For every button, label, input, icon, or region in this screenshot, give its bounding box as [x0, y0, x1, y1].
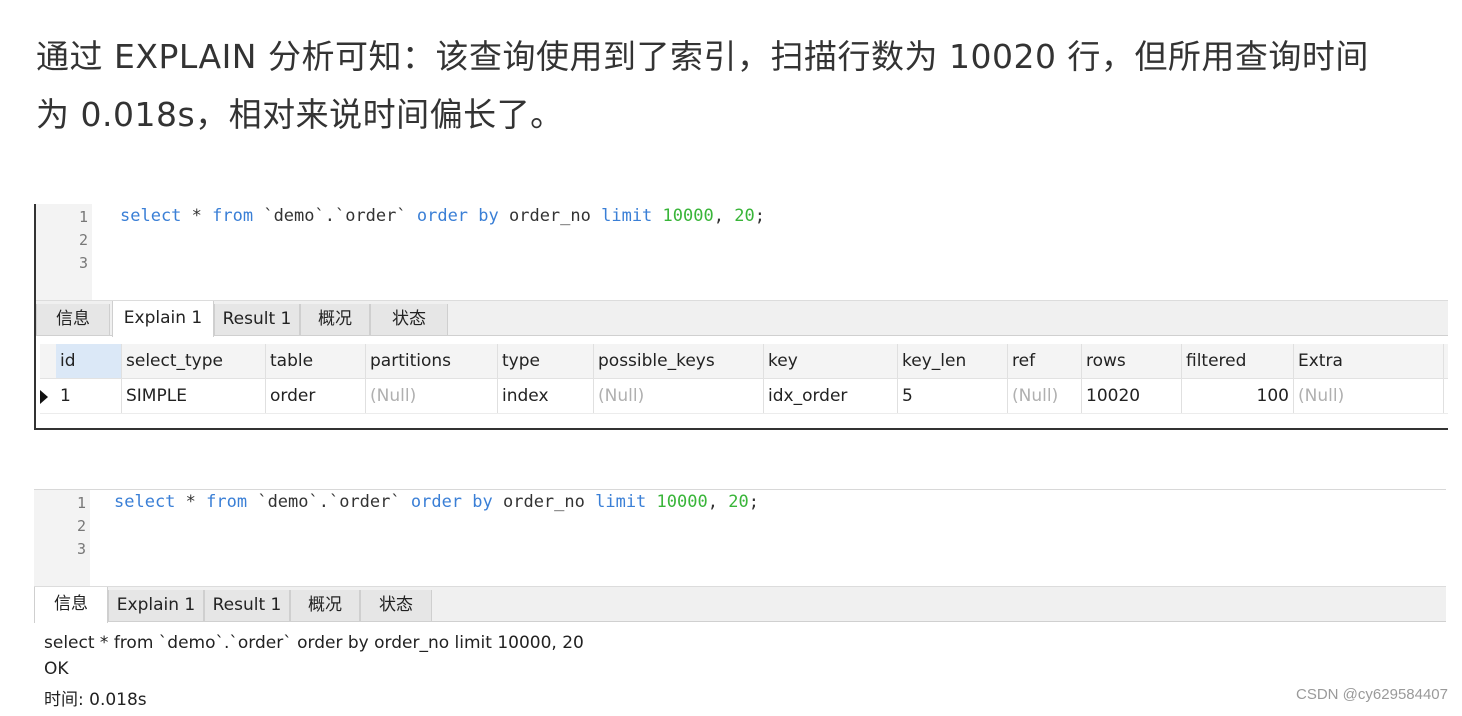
cell-ref[interactable]: (Null): [1008, 379, 1082, 413]
cell-extra[interactable]: (Null): [1294, 379, 1444, 413]
message-time: 时间: 0.018s: [44, 690, 147, 710]
article-line-2: 为 0.018s，相对来说时间偏长了。: [36, 95, 564, 134]
cell-key[interactable]: idx_order: [764, 379, 898, 413]
column-header-key[interactable]: key: [764, 344, 898, 378]
grid-header-row: id select_type table partitions type pos…: [40, 344, 1448, 379]
tab-info[interactable]: 信息: [36, 304, 110, 335]
tab-explain-1[interactable]: Explain 1: [108, 590, 204, 621]
article-line-1: 通过 EXPLAIN 分析可知：该查询使用到了索引，扫描行数为 10020 行，…: [36, 37, 1369, 76]
sql-keyword: limit: [595, 492, 647, 512]
sql-keyword: limit: [601, 206, 653, 226]
cell-partitions[interactable]: (Null): [366, 379, 498, 413]
column-header-select-type[interactable]: select_type: [122, 344, 266, 378]
line-number-gutter: 1 2 3: [36, 204, 92, 300]
cell-table[interactable]: order: [266, 379, 366, 413]
sql-number: 20: [734, 206, 755, 226]
sql-text: *: [175, 492, 207, 512]
sql-number: 10000: [656, 492, 708, 512]
article-paragraph: 通过 EXPLAIN 分析可知：该查询使用到了索引，扫描行数为 10020 行，…: [36, 28, 1436, 144]
sql-code-line[interactable]: select * from `demo`.`order` order by or…: [120, 206, 765, 226]
cell-key-len[interactable]: 5: [898, 379, 1008, 413]
query-window-info: 1 2 3 select * from `demo`.`order` order…: [34, 489, 1446, 715]
table-row[interactable]: 1 SIMPLE order (Null) index (Null) idx_o…: [40, 379, 1448, 414]
current-row-indicator-icon: [40, 390, 48, 404]
column-header-extra[interactable]: Extra: [1294, 344, 1444, 378]
tab-overview[interactable]: 概况: [300, 304, 370, 335]
tab-explain-1[interactable]: Explain 1: [112, 301, 214, 337]
line-number: 2: [78, 231, 88, 249]
tab-status[interactable]: 状态: [360, 590, 432, 621]
sql-text: ;: [754, 206, 765, 226]
sql-text: *: [181, 206, 213, 226]
column-header-possible-keys[interactable]: possible_keys: [594, 344, 764, 378]
watermark: CSDN @cy629584407: [1296, 686, 1448, 703]
cell-possible-keys[interactable]: (Null): [594, 379, 764, 413]
column-header-table[interactable]: table: [266, 344, 366, 378]
sql-keyword: from: [212, 206, 254, 226]
line-number: 3: [78, 254, 88, 272]
cell-filtered[interactable]: 100: [1182, 379, 1294, 413]
tab-result-1[interactable]: Result 1: [214, 304, 300, 335]
column-header-rows[interactable]: rows: [1082, 344, 1182, 378]
tab-info[interactable]: 信息: [34, 587, 108, 623]
line-number: 2: [76, 517, 86, 535]
sql-text: `demo`.`order`: [253, 206, 417, 226]
sql-number: 20: [728, 492, 749, 512]
cell-type[interactable]: index: [498, 379, 594, 413]
line-number: 1: [76, 494, 86, 512]
cell-select-type[interactable]: SIMPLE: [122, 379, 266, 413]
column-header-id[interactable]: id: [56, 344, 122, 378]
cell-rows[interactable]: 10020: [1082, 379, 1182, 413]
tab-result-1[interactable]: Result 1: [204, 590, 290, 621]
cell-id[interactable]: 1: [56, 379, 122, 413]
result-tab-bar: 信息 Explain 1 Result 1 概况 状态: [36, 300, 1448, 337]
sql-text: order_no: [498, 206, 602, 226]
column-header-ref[interactable]: ref: [1008, 344, 1082, 378]
sql-keyword: select: [120, 206, 182, 226]
tab-overview[interactable]: 概况: [290, 590, 360, 621]
sql-keyword: order by: [410, 492, 493, 512]
line-number: 1: [78, 208, 88, 226]
line-number-gutter: 1 2 3: [34, 490, 90, 586]
column-header-filtered[interactable]: filtered: [1182, 344, 1294, 378]
column-header-partitions[interactable]: partitions: [366, 344, 498, 378]
sql-text: order_no: [492, 492, 596, 512]
result-tab-bar: 信息 Explain 1 Result 1 概况 状态: [34, 586, 1446, 623]
sql-editor[interactable]: 1 2 3 select * from `demo`.`order` order…: [34, 490, 1446, 586]
tab-status[interactable]: 状态: [370, 304, 448, 335]
sql-number: 10000: [662, 206, 714, 226]
sql-text: ,: [713, 206, 735, 226]
column-header-type[interactable]: type: [498, 344, 594, 378]
sql-text: ;: [748, 492, 759, 512]
column-header-key-len[interactable]: key_len: [898, 344, 1008, 378]
sql-code-line[interactable]: select * from `demo`.`order` order by or…: [114, 492, 759, 512]
sql-text: `demo`.`order`: [247, 492, 411, 512]
sql-keyword: from: [206, 492, 248, 512]
explain-result-grid: id select_type table partitions type pos…: [40, 344, 1448, 414]
sql-text: ,: [707, 492, 729, 512]
line-number: 3: [76, 540, 86, 558]
sql-keyword: select: [114, 492, 176, 512]
sql-keyword: order by: [416, 206, 499, 226]
sql-editor[interactable]: 1 2 3 select * from `demo`.`order` order…: [36, 204, 1448, 300]
message-status: OK: [44, 659, 69, 679]
message-query: select * from `demo`.`order` order by or…: [44, 633, 584, 653]
query-window-explain: 1 2 3 select * from `demo`.`order` order…: [34, 204, 1448, 430]
